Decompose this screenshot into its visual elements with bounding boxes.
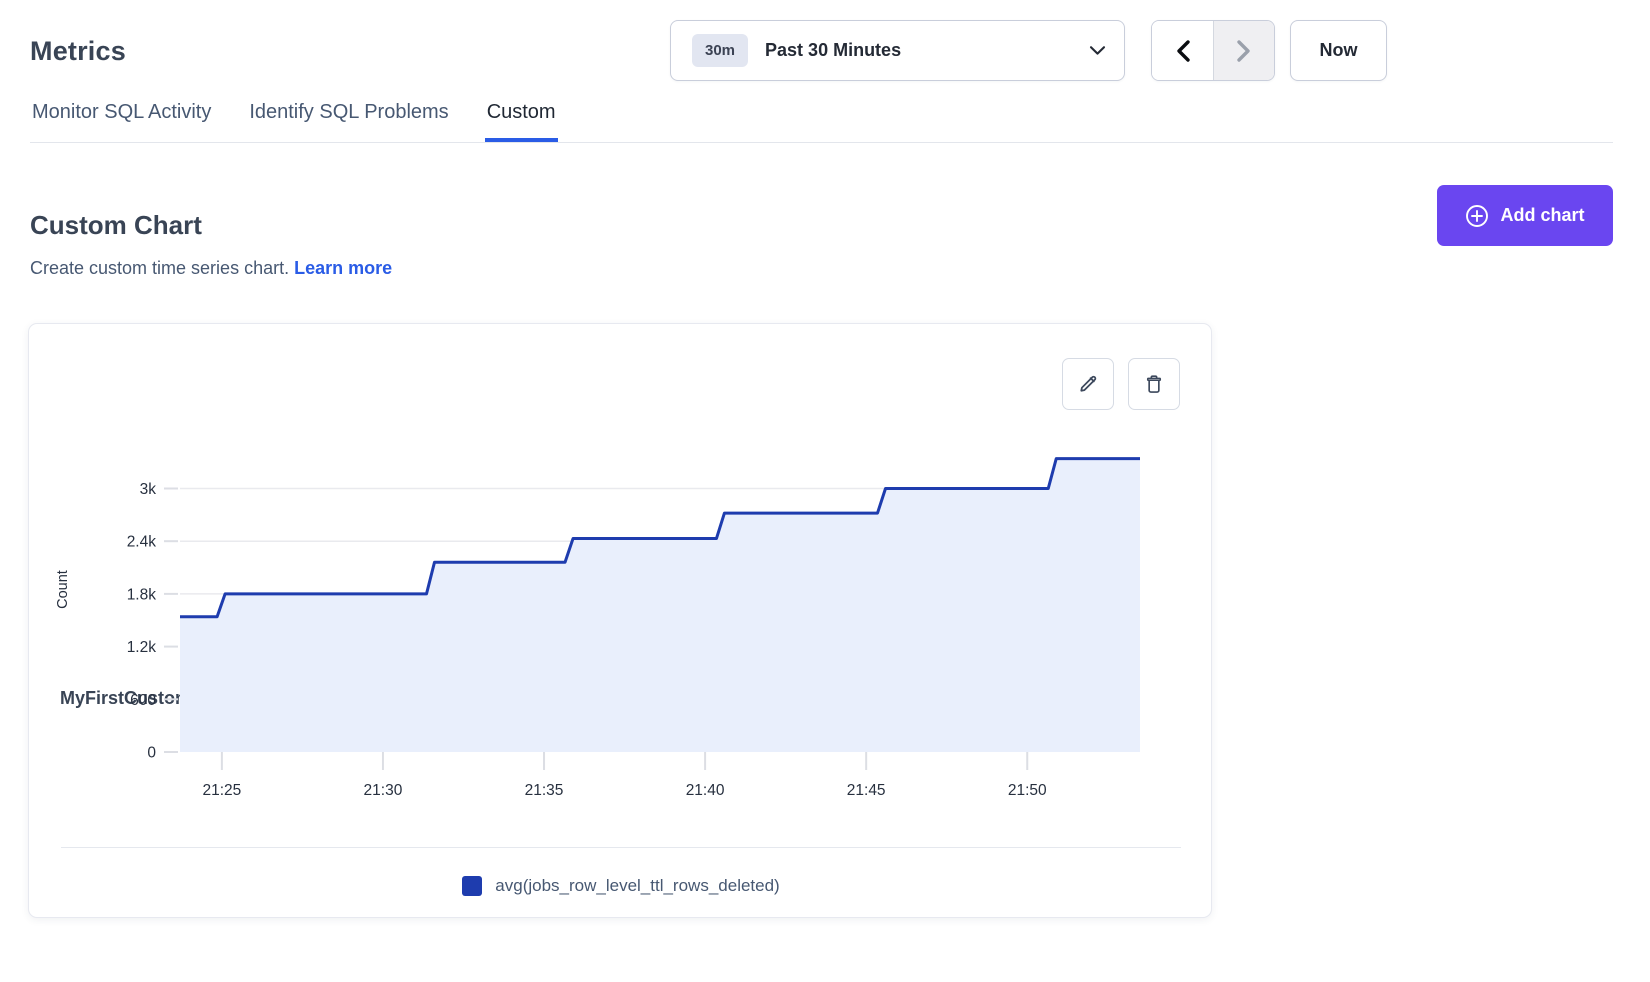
- section-description: Create custom time series chart. Learn m…: [30, 258, 392, 279]
- y-tick-label: 600: [130, 692, 156, 709]
- tab-custom[interactable]: Custom: [485, 101, 558, 142]
- learn-more-link[interactable]: Learn more: [294, 258, 392, 278]
- series-area: [180, 459, 1140, 752]
- add-chart-label: Add chart: [1500, 205, 1584, 226]
- page-title: Metrics: [30, 36, 126, 67]
- time-range-selector[interactable]: 30m Past 30 Minutes: [670, 20, 1125, 81]
- pencil-icon: [1077, 373, 1099, 395]
- x-tick-label: 21:40: [686, 782, 725, 799]
- edit-chart-button[interactable]: [1062, 358, 1114, 410]
- time-range-pager: [1151, 20, 1275, 81]
- time-range-badge: 30m: [692, 34, 748, 67]
- section-description-text: Create custom time series chart.: [30, 258, 289, 278]
- x-tick-label: 21:35: [525, 782, 564, 799]
- x-tick-label: 21:50: [1008, 782, 1047, 799]
- y-tick-label: 3k: [140, 481, 157, 498]
- next-range-button[interactable]: [1213, 21, 1274, 80]
- plus-circle-icon: [1465, 204, 1489, 228]
- chevron-right-icon: [1236, 39, 1252, 63]
- add-chart-button[interactable]: Add chart: [1437, 185, 1613, 246]
- tab-identify-sql-problems[interactable]: Identify SQL Problems: [247, 101, 450, 142]
- x-tick-label: 21:45: [847, 782, 886, 799]
- legend-label: avg(jobs_row_level_ttl_rows_deleted): [495, 876, 779, 896]
- section-title: Custom Chart: [30, 210, 202, 241]
- y-tick-label: 1.2k: [127, 639, 157, 656]
- legend-swatch: [462, 876, 482, 896]
- chevron-left-icon: [1175, 39, 1191, 63]
- y-tick-label: 1.8k: [127, 586, 157, 603]
- tab-monitor-sql-activity[interactable]: Monitor SQL Activity: [30, 101, 213, 142]
- now-button[interactable]: Now: [1290, 20, 1387, 81]
- tab-bar: Monitor SQL Activity Identify SQL Proble…: [30, 101, 1613, 143]
- x-tick-label: 21:25: [202, 782, 241, 799]
- chart-card: MyFirstCustomMetricChart 06001.2k1.8k2.4…: [28, 323, 1212, 918]
- chevron-down-icon: [1089, 45, 1106, 56]
- custom-chart-plot: 0 600 1.2k 1.8k 2.4k 3k 21:25 21:30 21:35 21:40 21…: [29, 411, 1213, 811]
- y-tick-label: 2.4k: [127, 534, 157, 551]
- x-tick-label: 21:30: [364, 782, 403, 799]
- y-axis-label: Count: [55, 570, 71, 609]
- chart-legend: avg(jobs_row_level_ttl_rows_deleted): [29, 876, 1213, 896]
- time-range-label: Past 30 Minutes: [765, 40, 1089, 61]
- prev-range-button[interactable]: [1152, 21, 1213, 80]
- delete-chart-button[interactable]: [1128, 358, 1180, 410]
- legend-divider: [61, 847, 1181, 848]
- trash-icon: [1143, 373, 1165, 395]
- y-tick-label: 0: [147, 745, 156, 762]
